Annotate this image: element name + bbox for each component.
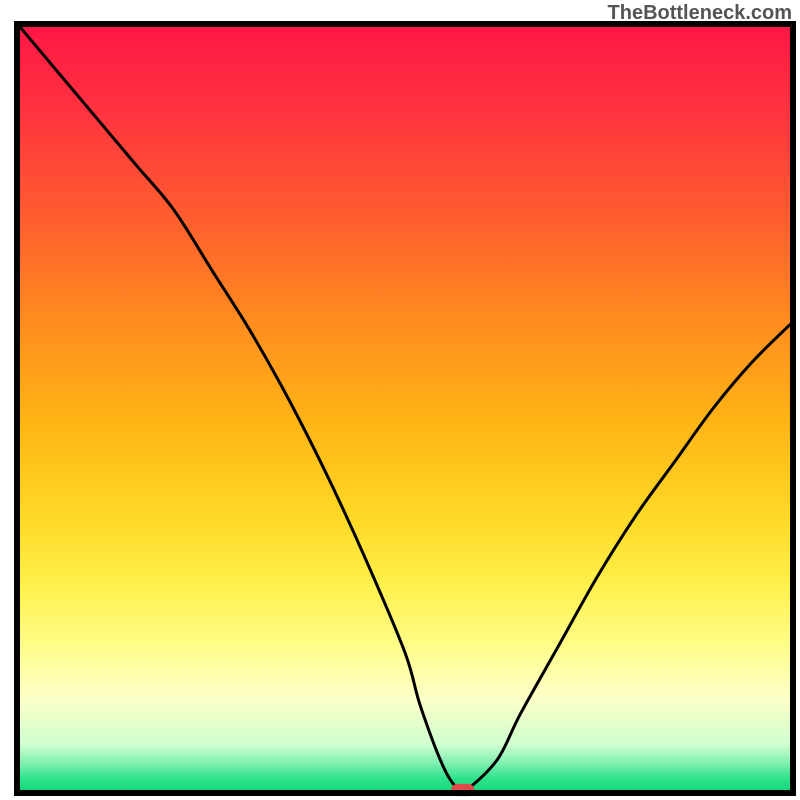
bottleneck-chart: TheBottleneck.com — [0, 0, 800, 800]
chart-svg — [0, 0, 800, 800]
watermark-text: TheBottleneck.com — [608, 2, 792, 25]
chart-background — [20, 27, 790, 790]
